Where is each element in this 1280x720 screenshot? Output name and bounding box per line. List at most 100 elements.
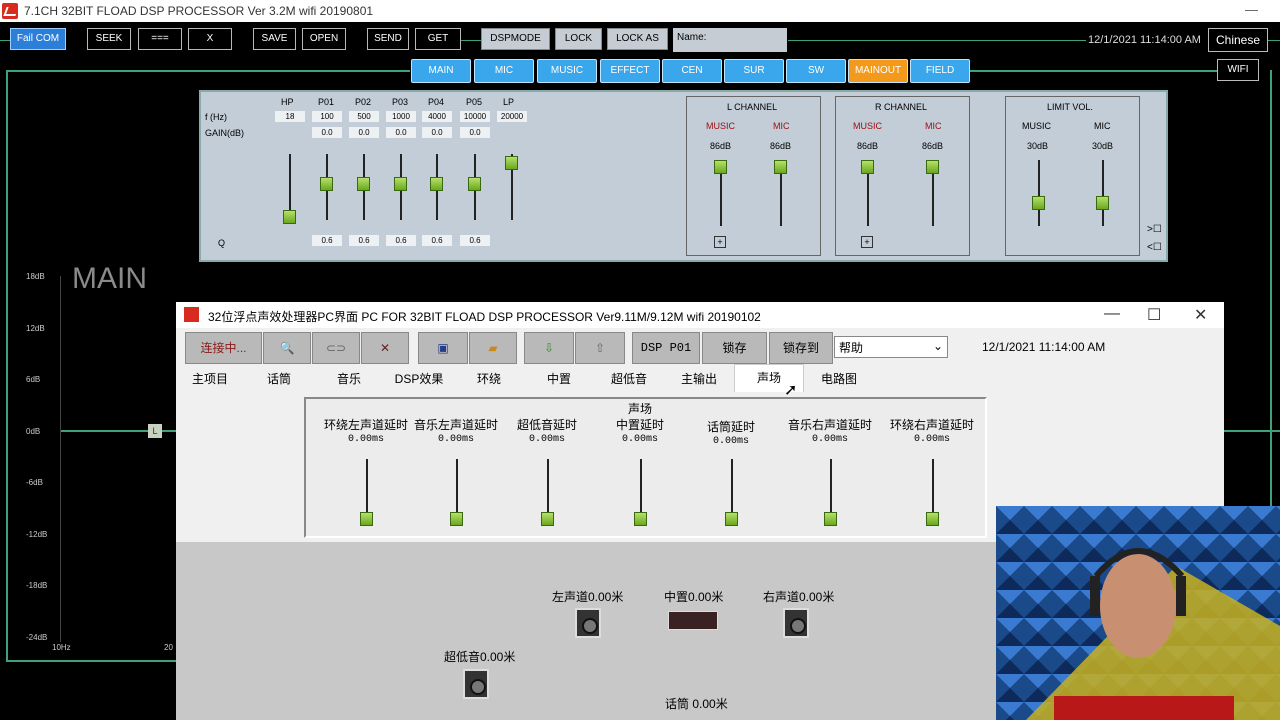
- eq-q-cell[interactable]: 0.6: [460, 235, 490, 246]
- delay-slider[interactable]: [450, 512, 463, 526]
- tab-center[interactable]: 中置: [524, 366, 594, 392]
- eq-header: P04: [428, 97, 445, 107]
- eq-gain-cell[interactable]: 0.0: [312, 127, 342, 138]
- save-disk-icon[interactable]: ▣: [418, 332, 468, 364]
- minimize-button[interactable]: —: [1245, 2, 1258, 17]
- tab-surround[interactable]: 环绕: [454, 366, 524, 392]
- expand-left-icon[interactable]: <☐: [1147, 242, 1162, 253]
- eq-slider[interactable]: [430, 177, 443, 191]
- send-button[interactable]: SEND: [367, 28, 409, 50]
- delay-slider[interactable]: [541, 512, 554, 526]
- tab-dsp-effect[interactable]: DSP效果: [384, 366, 454, 392]
- eq-q-cell[interactable]: 0.6: [422, 235, 452, 246]
- eq-q-cell[interactable]: 0.6: [312, 235, 342, 246]
- left-speaker-icon[interactable]: [575, 608, 601, 638]
- eq-freq-cell[interactable]: 100: [312, 111, 342, 122]
- child-close-button[interactable]: ✕: [1194, 305, 1207, 325]
- search-icon[interactable]: 🔍: [263, 332, 311, 364]
- lock-to-button[interactable]: 锁存到: [769, 332, 833, 364]
- tab-sur[interactable]: SUR: [724, 59, 784, 83]
- eq-freq-cell[interactable]: 4000: [422, 111, 452, 122]
- center-speaker-icon[interactable]: [668, 611, 718, 630]
- eq-freq-cell[interactable]: 18: [275, 111, 305, 122]
- left-speaker-label: 左声道0.00米: [552, 590, 624, 604]
- dsp-p01-button[interactable]: DSP P01: [632, 332, 700, 364]
- lock-button[interactable]: LOCK: [555, 28, 602, 50]
- child-minimize-button[interactable]: —: [1104, 305, 1120, 323]
- child-maximize-button[interactable]: ☐: [1147, 305, 1161, 325]
- limit-box: [1005, 96, 1140, 256]
- tab-music-cn[interactable]: 音乐: [314, 366, 384, 392]
- eq-freq-cell[interactable]: 1000: [386, 111, 416, 122]
- eq-q-cell[interactable]: 0.6: [349, 235, 379, 246]
- tab-music[interactable]: MUSIC: [537, 59, 597, 83]
- unlink-icon[interactable]: ✕: [361, 332, 409, 364]
- equals-button[interactable]: ===: [138, 28, 182, 50]
- tab-sw[interactable]: SW: [786, 59, 846, 83]
- r-plus-button[interactable]: +: [861, 236, 873, 248]
- eq-slider[interactable]: [357, 177, 370, 191]
- lock-as-button[interactable]: LOCK AS: [607, 28, 668, 50]
- save-button[interactable]: SAVE: [253, 28, 296, 50]
- eq-freq-cell[interactable]: 20000: [497, 111, 527, 122]
- l-music-slider[interactable]: [714, 160, 727, 174]
- tab-mic[interactable]: MIC: [474, 59, 534, 83]
- tab-main-output[interactable]: 主输出: [664, 366, 734, 392]
- x-button[interactable]: X: [188, 28, 232, 50]
- delay-slider[interactable]: [360, 512, 373, 526]
- eq-freq-cell[interactable]: 500: [349, 111, 379, 122]
- limit-mic-slider[interactable]: [1096, 196, 1109, 210]
- tab-cen[interactable]: CEN: [662, 59, 722, 83]
- l-marker[interactable]: L: [148, 424, 162, 438]
- r-music-slider[interactable]: [861, 160, 874, 174]
- tab-field[interactable]: FIELD: [910, 59, 970, 83]
- open-folder-icon[interactable]: ▰: [469, 332, 517, 364]
- open-button[interactable]: OPEN: [302, 28, 346, 50]
- dspmode-button[interactable]: DSPMODE: [481, 28, 550, 50]
- seek-button[interactable]: SEEK: [87, 28, 131, 50]
- tab-mic-cn[interactable]: 话筒: [244, 366, 314, 392]
- r-mic-slider[interactable]: [926, 160, 939, 174]
- tab-main-project[interactable]: 主项目: [176, 366, 244, 392]
- tab-main[interactable]: MAIN: [411, 59, 471, 83]
- delay-value: 0.00ms: [913, 434, 950, 445]
- tab-subwoofer[interactable]: 超低音: [594, 366, 664, 392]
- right-speaker-icon[interactable]: [783, 608, 809, 638]
- delay-slider[interactable]: [926, 512, 939, 526]
- limit-music-slider[interactable]: [1032, 196, 1045, 210]
- eq-slider[interactable]: [320, 177, 333, 191]
- lock-store-button[interactable]: 锁存: [702, 332, 767, 364]
- sub-speaker-icon[interactable]: [463, 669, 489, 699]
- eq-slider[interactable]: [505, 156, 518, 170]
- get-button[interactable]: GET: [415, 28, 461, 50]
- tab-circuit[interactable]: 电路图: [804, 366, 874, 392]
- eq-gain-cell[interactable]: 0.0: [349, 127, 379, 138]
- l-plus-button[interactable]: +: [714, 236, 726, 248]
- eq-q-cell[interactable]: 0.6: [386, 235, 416, 246]
- r-mic-label: MIC: [925, 121, 942, 131]
- eq-gain-cell[interactable]: 0.0: [422, 127, 452, 138]
- tab-effect[interactable]: EFFECT: [600, 59, 660, 83]
- connect-button[interactable]: 连接中...: [185, 332, 262, 364]
- eq-slider[interactable]: [283, 210, 296, 224]
- help-select[interactable]: 帮助 ⌄: [834, 336, 948, 358]
- eq-gain-cell[interactable]: 0.0: [460, 127, 490, 138]
- delay-slider[interactable]: [824, 512, 837, 526]
- eq-slider[interactable]: [468, 177, 481, 191]
- fail-com-button[interactable]: Fail COM: [10, 28, 66, 50]
- language-button[interactable]: Chinese: [1208, 28, 1268, 52]
- eq-freq-cell[interactable]: 10000: [460, 111, 490, 122]
- expand-right-icon[interactable]: >☐: [1147, 224, 1162, 235]
- wifi-button[interactable]: WIFI: [1217, 59, 1259, 81]
- delay-slider[interactable]: [725, 512, 738, 526]
- tab-mainout[interactable]: MAINOUT: [848, 59, 908, 83]
- name-field[interactable]: Name:: [673, 28, 787, 52]
- eq-slider[interactable]: [394, 177, 407, 191]
- link-icon[interactable]: ⊂⊃: [312, 332, 360, 364]
- eq-gain-cell[interactable]: 0.0: [386, 127, 416, 138]
- download-icon[interactable]: ⇩: [524, 332, 574, 364]
- l-mic-slider[interactable]: [774, 160, 787, 174]
- frame-line: [1270, 70, 1272, 510]
- delay-slider[interactable]: [634, 512, 647, 526]
- upload-icon[interactable]: ⇧: [575, 332, 625, 364]
